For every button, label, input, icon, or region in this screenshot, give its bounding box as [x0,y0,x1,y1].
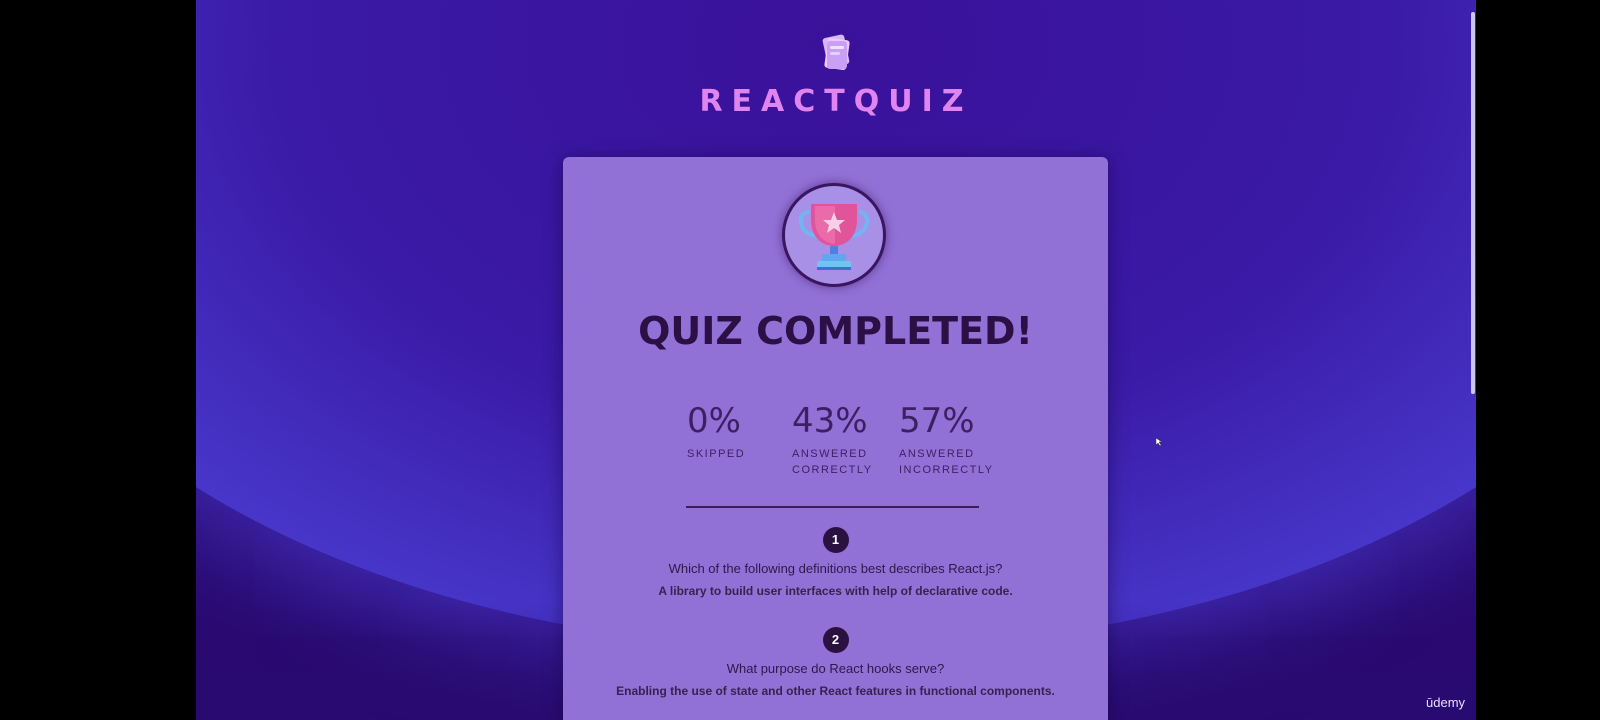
quiz-completed-heading: QUIZ COMPLETED! [638,309,1033,353]
question-text: Which of the following definitions best … [668,561,1003,576]
stat-label-line: ANSWERED [899,448,975,460]
scrollbar-thumb[interactable] [1471,12,1475,394]
app-viewport: REACTQUIZ QUIZ COMPLETED! 0% SKIPPED 43%… [196,0,1476,720]
user-answer-text: A library to build user interfaces with … [658,584,1013,598]
stat-answered-incorrectly: 57% ANSWERED INCORRECTLY [899,402,1009,478]
question-number-badge: 2 [822,627,849,653]
trophy-badge [782,183,886,287]
answer-item: 1 Which of the following definitions bes… [563,527,1108,598]
stat-label: ANSWERED CORRECTLY [792,446,902,478]
stat-label-line: ANSWERED [792,448,868,460]
stat-label-line: INCORRECTLY [899,464,994,476]
user-answer-text: Enabling the use of state and other Reac… [616,684,1055,698]
stat-label-line: CORRECTLY [792,464,873,476]
question-number-badge: 1 [822,527,849,553]
summary-card: QUIZ COMPLETED! 0% SKIPPED 43% ANSWERED … [563,157,1108,720]
trophy-icon [798,204,870,270]
stat-answered-correctly: 43% ANSWERED CORRECTLY [792,402,902,478]
app-title: REACTQUIZ [699,84,973,119]
stat-label-line: SKIPPED [687,448,746,460]
answer-item: 2 What purpose do React hooks serve? Ena… [563,627,1108,698]
divider [686,506,979,508]
quiz-logo-icon [822,34,850,70]
mouse-cursor-icon [1156,438,1162,446]
stat-value: 0% [687,401,741,441]
question-text: What purpose do React hooks serve? [726,661,945,676]
stat-label: SKIPPED [687,446,797,462]
stat-label: ANSWERED INCORRECTLY [899,446,1009,478]
stat-value: 43% [792,401,868,441]
stat-skipped: 0% SKIPPED [687,402,797,462]
udemy-watermark: ūdemy [1426,695,1466,710]
stat-value: 57% [899,401,975,441]
